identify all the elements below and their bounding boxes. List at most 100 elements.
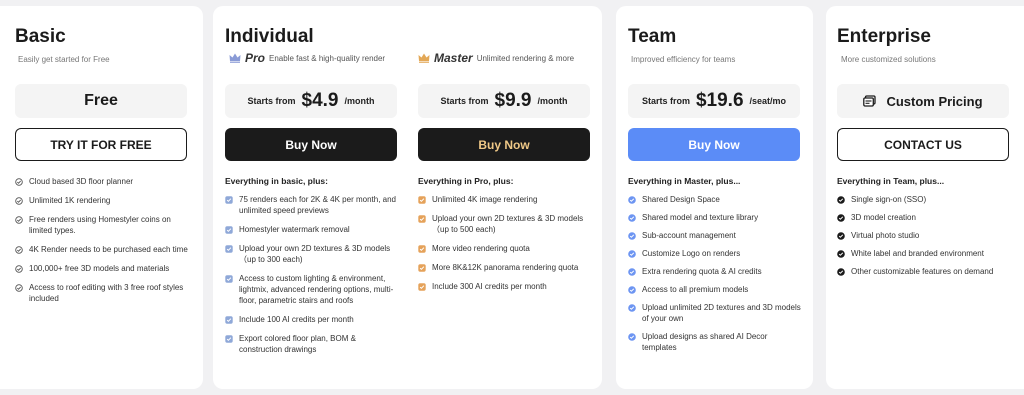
plan-title: Team	[628, 26, 677, 47]
features-heading: Everything in Team, plus...	[837, 176, 945, 186]
feature-text: Other customizable features on demand	[851, 267, 994, 276]
price-free: Free	[84, 92, 118, 109]
buy-pro-button[interactable]: Buy Now	[225, 128, 397, 161]
circle-check-outline-icon	[15, 215, 23, 224]
tier-desc: Enable fast & high-quality render	[269, 53, 386, 63]
try-free-button[interactable]: TRY IT FOR FREE	[15, 128, 187, 161]
feature-item: Virtual photo studio	[837, 230, 1009, 241]
feature-item: Access to custom lighting & environment,…	[225, 273, 397, 306]
feature-item: Access to all premium models	[628, 284, 804, 295]
price-box: Custom Pricing	[837, 84, 1009, 118]
plan-card-individual: Individual Pro Enable fast & high-qualit…	[213, 6, 602, 389]
feature-list: Single sign-on (SSO) 3D model creation Vir…	[837, 194, 1009, 284]
feature-item: Upload your own 2D textures & 3D models（…	[225, 243, 397, 265]
circle-check-filled-icon	[837, 267, 845, 276]
plan-subtitle: Easily get started for Free	[18, 55, 110, 64]
tier-name: Pro	[245, 51, 266, 65]
feature-item: Unlimited 1K rendering	[15, 195, 195, 206]
price-unit: /month	[344, 96, 375, 106]
tier-master: Master Unlimited rendering & more	[418, 51, 574, 65]
feature-item: Upload designs as shared AI Decor templa…	[628, 331, 804, 353]
square-check-icon	[418, 244, 426, 253]
features-heading: Everything in Pro, plus:	[418, 176, 514, 186]
feature-item: Access to roof editing with 3 free roof …	[15, 282, 195, 304]
square-check-icon	[225, 225, 233, 234]
circle-check-filled-icon	[628, 231, 636, 240]
feature-list: Shared Design Space Shared model and text…	[628, 194, 804, 360]
feature-item: More 8K&12K panorama rendering quota	[418, 262, 590, 273]
feature-item: 3D model creation	[837, 212, 1009, 223]
feature-text: More 8K&12K panorama rendering quota	[432, 263, 579, 272]
price-card-icon	[863, 95, 877, 107]
feature-item: Upload unlimited 2D textures and 3D mode…	[628, 302, 804, 324]
feature-text: More video rendering quota	[432, 244, 530, 253]
feature-text: Free renders using Homestyler coins on l…	[29, 215, 171, 235]
feature-text: 3D model creation	[851, 213, 916, 222]
price-amount: $19.6	[695, 90, 744, 111]
feature-text: Sub-account management	[642, 231, 736, 240]
feature-text: Extra rendering quota & AI credits	[642, 267, 762, 276]
circle-check-filled-icon	[628, 195, 636, 204]
buy-team-button[interactable]: Buy Now	[628, 128, 800, 161]
feature-item: 100,000+ free 3D models and materials	[15, 263, 195, 274]
circle-check-filled-icon	[837, 231, 845, 240]
feature-item: Unlimited 4K image rendering	[418, 194, 590, 205]
feature-text: Single sign-on (SSO)	[851, 195, 927, 204]
feature-item: Cloud based 3D floor planner	[15, 176, 195, 187]
square-check-icon	[418, 195, 426, 204]
feature-item: Include 300 AI credits per month	[418, 281, 590, 292]
feature-text: Include 100 AI credits per month	[239, 315, 354, 324]
circle-check-outline-icon	[15, 196, 23, 205]
price-prefix: Starts from	[440, 96, 489, 106]
plan-title: Enterprise	[837, 26, 931, 47]
circle-check-filled-icon	[628, 249, 636, 258]
circle-check-filled-icon	[628, 332, 636, 341]
plan-subtitle: Improved efficiency for teams	[631, 55, 736, 64]
feature-text: Upload your own 2D textures & 3D models（…	[239, 244, 391, 264]
circle-check-filled-icon	[837, 213, 845, 222]
price-unit: /month	[537, 96, 568, 106]
feature-list: Cloud based 3D floor planner Unlimited 1K…	[15, 176, 195, 312]
circle-check-outline-icon	[15, 245, 23, 254]
price-box: Starts from $19.6 /seat/mo	[628, 84, 800, 118]
tier-pro: Pro Enable fast & high-quality render	[229, 51, 385, 65]
feature-text: Shared model and texture library	[642, 213, 759, 222]
buy-master-button[interactable]: Buy Now	[418, 128, 590, 161]
feature-text: White label and branded environment	[851, 249, 984, 258]
square-check-icon	[225, 244, 233, 253]
feature-item: Customize Logo on renders	[628, 248, 804, 259]
price-custom: Custom Pricing	[886, 93, 983, 109]
feature-text: Unlimited 1K rendering	[29, 196, 111, 205]
feature-text: Upload designs as shared AI Decor templa…	[642, 332, 768, 352]
feature-text: Virtual photo studio	[851, 231, 920, 240]
feature-text: Upload your own 2D textures & 3D models（…	[432, 214, 584, 234]
circle-check-filled-icon	[837, 249, 845, 258]
circle-check-outline-icon	[15, 264, 23, 273]
plan-card-enterprise: Enterprise More customized solutions Cus…	[826, 6, 1024, 389]
feature-text: Access to custom lighting & environment,…	[239, 274, 394, 305]
feature-item: 75 renders each for 2K & 4K per month, a…	[225, 194, 397, 216]
feature-item: Include 100 AI credits per month	[225, 314, 397, 325]
feature-text: Shared Design Space	[642, 195, 720, 204]
square-check-icon	[225, 334, 233, 343]
feature-item: Shared model and texture library	[628, 212, 804, 223]
circle-check-filled-icon	[628, 285, 636, 294]
feature-text: Access to all premium models	[642, 285, 749, 294]
feature-item: More video rendering quota	[418, 243, 590, 254]
price-box-master: Starts from $9.9 /month	[418, 84, 590, 118]
plan-card-basic: Basic Easily get started for Free Free T…	[0, 6, 203, 389]
tier-desc: Unlimited rendering & more	[476, 53, 575, 63]
feature-item: Homestyler watermark removal	[225, 224, 397, 235]
feature-text: 100,000+ free 3D models and materials	[29, 264, 170, 273]
feature-item: Extra rendering quota & AI credits	[628, 266, 804, 277]
square-check-icon	[225, 274, 233, 283]
price-amount: $9.9	[494, 90, 532, 111]
feature-text: Upload unlimited 2D textures and 3D mode…	[642, 303, 801, 323]
feature-text: Include 300 AI credits per month	[432, 282, 547, 291]
square-check-icon	[225, 195, 233, 204]
feature-text: Export colored floor plan, BOM & constru…	[239, 334, 356, 354]
plan-title: Basic	[15, 26, 66, 47]
price-amount: $4.9	[301, 90, 339, 111]
contact-us-button[interactable]: CONTACT US	[837, 128, 1009, 161]
feature-item: Other customizable features on demand	[837, 266, 1009, 277]
